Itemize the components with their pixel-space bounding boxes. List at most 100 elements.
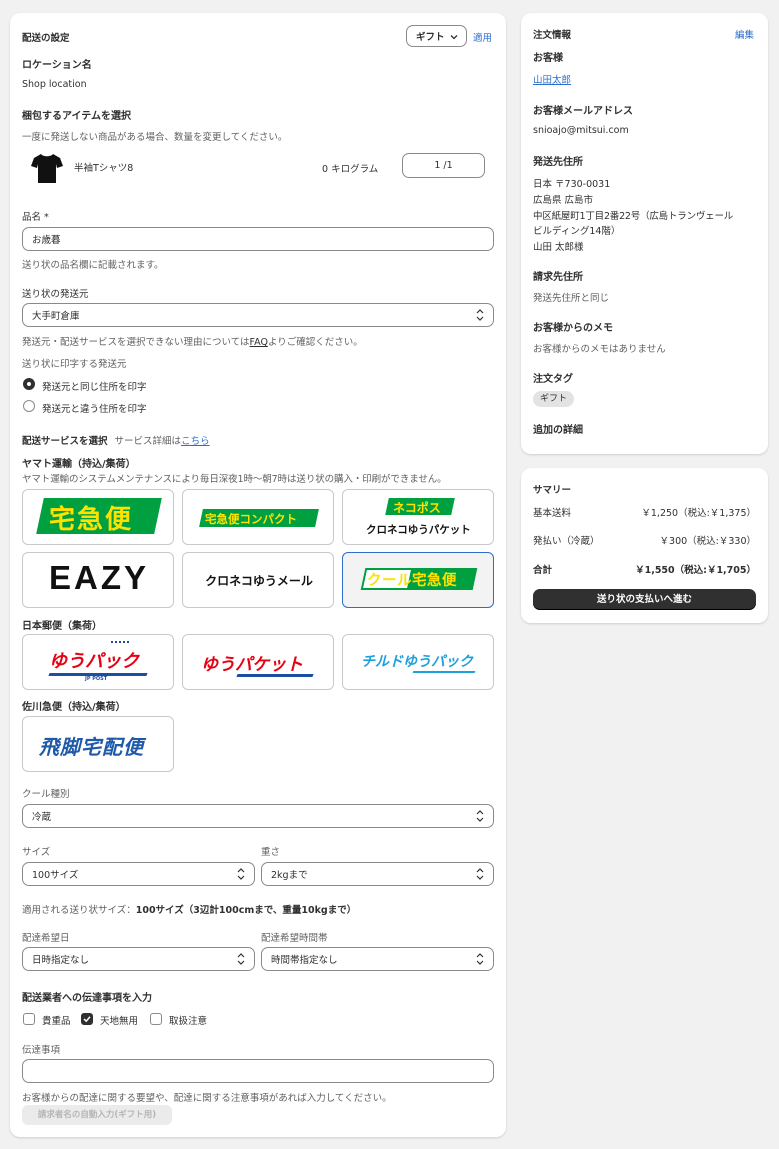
eazy-logo: EAZY: [48, 559, 149, 596]
select-arrows-icon: [237, 953, 245, 965]
location-label: ロケーション名: [22, 60, 92, 71]
autofill-button[interactable]: 請求者名の自動入力(ギフト用): [22, 1105, 172, 1125]
product-name-help: 送り状の品名欄に記載されます。: [22, 260, 164, 271]
product-name-input[interactable]: お歳暮: [22, 227, 494, 251]
yupack-text: ゆうパック: [49, 651, 139, 672]
size-select[interactable]: 100サイズ: [22, 862, 255, 886]
payment-label: 発払い（冷蔵）: [533, 536, 600, 547]
apply-link[interactable]: 適用: [473, 30, 492, 44]
product-name-label: 品名 *: [22, 212, 49, 223]
extra-details-label: 追加の詳細: [533, 425, 583, 436]
time-value: 時間帯指定なし: [271, 955, 338, 966]
item-quantity-value: 1 /1: [434, 160, 453, 171]
ship-address-label: 発送先住所: [533, 157, 583, 168]
checkbox-fragile[interactable]: [150, 1013, 162, 1025]
yupacket-text: ゆうパケット: [201, 655, 303, 675]
faq-link[interactable]: FAQ: [250, 337, 268, 348]
tile-yupacket[interactable]: ゆうパケット: [182, 634, 334, 690]
select-arrows-icon: [476, 309, 484, 321]
customer-name-link[interactable]: 山田太郎: [533, 72, 571, 86]
customer-label: お客様: [533, 53, 563, 64]
ship-address-line: 日本 〒730-0031: [533, 179, 611, 190]
takkyubin-text: 宅急便: [49, 505, 134, 535]
shipping-settings-card: 配送の設定 ギフト 適用 ロケーション名 Shop location 梱包するア…: [10, 13, 506, 1137]
notes-label: 配送業者への伝達事項を入力: [22, 993, 152, 1004]
sagawa-label: 佐川急便（持込/集荷）: [22, 702, 126, 713]
tile-kuroneko-yumail[interactable]: クロネコゆうメール: [182, 552, 334, 608]
memo-label: お客様からのメモ: [533, 323, 613, 334]
location-value: Shop location: [22, 79, 87, 90]
tshirt-icon: [31, 154, 63, 183]
ship-address-line: 中区紙屋町1丁目2番22号（広島トランヴェール: [533, 211, 734, 222]
payment-row: 発払い（冷蔵） ￥300（税込:￥330）: [533, 533, 756, 547]
memo-value: お客様からのメモはありません: [533, 344, 666, 355]
applied-size-label: 適用される送り状サイズ：: [22, 905, 136, 916]
chilled-yupack-text: チルドゆうパック: [361, 654, 473, 670]
tile-takkyubin-compact[interactable]: 宅急便コンパクト: [182, 489, 334, 545]
summary-card: サマリー 基本送料 ￥1,250（税込:￥1,375） 発払い（冷蔵） ￥300…: [521, 468, 768, 623]
tile-cool-takkyubin[interactable]: クール宅急便: [342, 552, 494, 608]
checkbox-valuable-label: 貴重品: [42, 1016, 71, 1027]
ship-address-line: 山田 太郎様: [533, 242, 584, 253]
yupacket-underline: [236, 674, 314, 677]
radio-same-label: 発送元と同じ住所を印字: [42, 382, 147, 393]
ship-address-line: ビルディング14階）: [533, 226, 621, 237]
checkbox-upright[interactable]: [81, 1013, 93, 1025]
tag-badge: ギフト: [533, 391, 575, 407]
select-arrows-icon: [476, 810, 484, 822]
base-fee-row: 基本送料 ￥1,250（税込:￥1,375）: [533, 505, 756, 519]
item-name: 半袖Tシャツ8: [74, 163, 134, 174]
service-detail-text: サービス詳細は: [114, 436, 182, 447]
item-weight: 0 キログラム: [322, 164, 379, 175]
weight-select[interactable]: 2kgまで: [261, 862, 494, 886]
preset-select[interactable]: ギフト: [406, 25, 467, 47]
checkbox-upright-label: 天地無用: [100, 1016, 139, 1027]
tile-eazy[interactable]: EAZY: [22, 552, 174, 608]
cool-type-value: 冷蔵: [32, 812, 52, 823]
ship-address-line: 広島県 広島市: [533, 195, 594, 206]
origin-value: 大手町倉庫: [32, 311, 80, 322]
cool-takkyubin-text: クール宅急便: [367, 573, 457, 589]
pay-button[interactable]: 送り状の支払いへ進む: [533, 589, 756, 610]
edit-link[interactable]: 編集: [735, 27, 754, 41]
service-detail-link[interactable]: こちら: [181, 436, 210, 447]
nekopos-text: ネコポス: [393, 501, 441, 515]
tile-chilled-yupack[interactable]: チルドゆうパック: [342, 634, 494, 690]
tile-takkyubin[interactable]: 宅急便: [22, 489, 174, 545]
radio-diff-label: 発送元と違う住所を印字: [42, 404, 147, 415]
size-label: サイズ: [22, 847, 51, 858]
date-label: 配達希望日: [22, 933, 70, 944]
total-value: ￥1,550（税込:￥1,705）: [635, 565, 756, 576]
payment-value: ￥300（税込:￥330）: [659, 536, 756, 547]
radio-same-address[interactable]: [23, 378, 35, 390]
date-select[interactable]: 日時指定なし: [22, 947, 255, 971]
jppost-text: JP POST: [85, 676, 108, 682]
email-value: snioajo@mitsui.com: [533, 125, 629, 136]
hikyaku-text: 飛脚宅配便: [39, 735, 144, 759]
email-label: お客様メールアドレス: [533, 106, 633, 117]
compact-text: 宅急便コンパクト: [205, 512, 297, 526]
select-arrows-icon: [476, 868, 484, 880]
applied-size: 適用される送り状サイズ：100サイズ（3辺計100cmまで、重量10kgまで）: [22, 902, 356, 916]
tile-nekopos[interactable]: ネコポス クロネコゆうパケット: [342, 489, 494, 545]
radio-different-address[interactable]: [23, 400, 35, 412]
item-quantity-input[interactable]: 1 /1: [402, 153, 485, 178]
tile-yupack[interactable]: ゆうパック JP POST: [22, 634, 174, 690]
tag-label: 注文タグ: [533, 374, 573, 385]
weight-label: 重さ: [261, 847, 281, 858]
card-title: 配送の設定: [22, 33, 70, 44]
checkbox-valuable[interactable]: [23, 1013, 35, 1025]
kuroneko-yupacket-text: クロネコゆうパケット: [366, 524, 471, 536]
base-fee-label: 基本送料: [533, 508, 572, 519]
yumail-text: クロネコゆうメール: [205, 574, 313, 588]
service-label: 配送サービスを選択: [22, 436, 108, 447]
message-input[interactable]: [22, 1059, 494, 1083]
origin-select[interactable]: 大手町倉庫: [22, 303, 494, 327]
items-label: 梱包するアイテムを選択: [22, 111, 131, 122]
cool-type-select[interactable]: 冷蔵: [22, 804, 494, 828]
time-select[interactable]: 時間帯指定なし: [261, 947, 494, 971]
origin-help-text: 発送元・配送サービスを選択できない理由については: [22, 337, 250, 348]
tile-hikyaku[interactable]: 飛脚宅配便: [22, 716, 174, 772]
order-title: 注文情報: [533, 30, 572, 41]
service-heading: 配送サービスを選択 サービス詳細はこちら: [22, 433, 210, 447]
